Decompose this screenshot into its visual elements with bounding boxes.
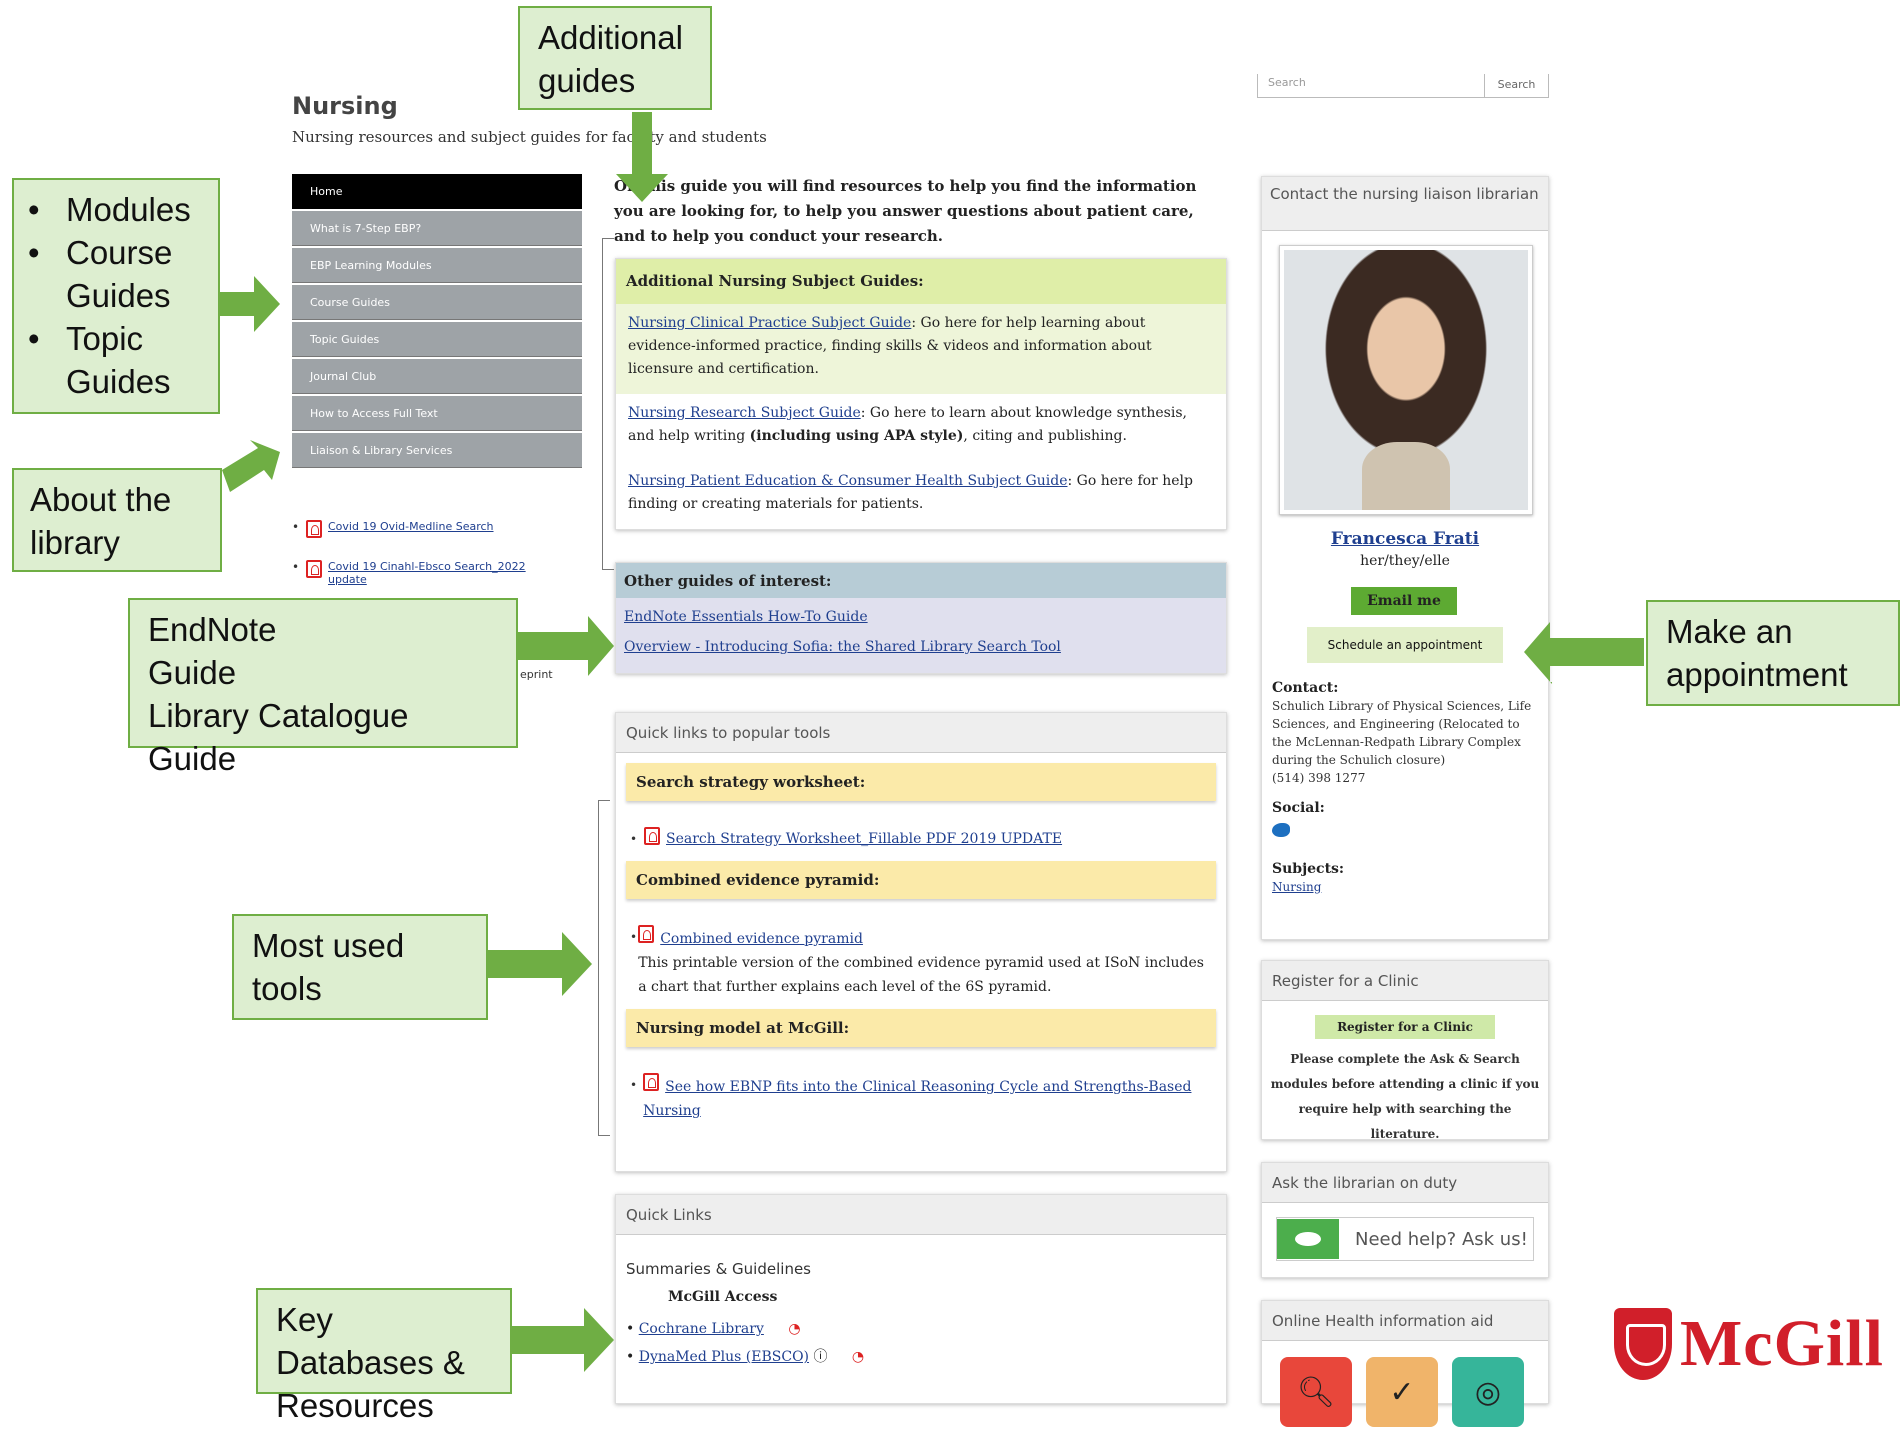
arrow-appointment: [1524, 622, 1644, 684]
callout-most-used: Most used tools: [232, 914, 488, 1020]
callout-appointment: Make an appointment: [1646, 600, 1900, 706]
callout-endnote: EndNote Guide Library Catalogue Guide: [128, 598, 518, 777]
mcgill-logo: McGill: [1614, 1306, 1884, 1382]
mcgill-shield-icon: [1614, 1308, 1672, 1380]
arrow-about-library: [222, 440, 280, 492]
callout-key-db: Key Databases & Resources: [256, 1288, 512, 1424]
arrow-modules: [220, 276, 280, 332]
callout-additional-guides: Additional guides: [518, 6, 712, 110]
callout-about-library: About the library: [12, 468, 222, 572]
arrow-endnote: [518, 616, 614, 676]
arrow-key-db: [512, 1308, 614, 1372]
arrow-most-used: [488, 932, 592, 996]
arrow-additional-guides: [616, 112, 668, 202]
callout-modules: • Modules • Course Guides • Topic Guides: [12, 178, 220, 414]
